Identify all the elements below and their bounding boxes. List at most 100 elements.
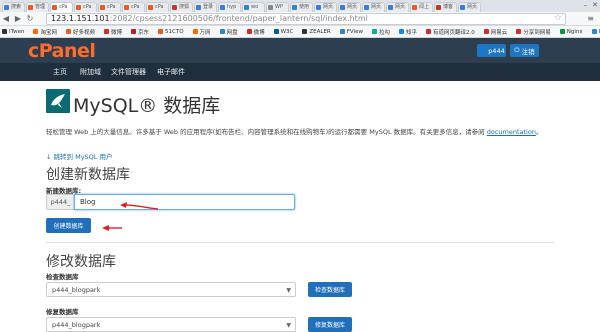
- annotation-arrow-icon: [102, 225, 122, 231]
- menu-icon[interactable]: ≡: [587, 14, 594, 23]
- bookmark-icon: [219, 29, 225, 34]
- minimize-icon[interactable]: –: [584, 1, 588, 9]
- bookmark-item[interactable]: 微博: [103, 28, 122, 36]
- logout-button[interactable]: ⏻ 注销: [510, 44, 539, 57]
- bookmark-icon: [339, 29, 345, 34]
- check-database-button[interactable]: 检查数据库: [308, 282, 352, 297]
- back-icon[interactable]: ◀: [0, 14, 12, 23]
- browser-tab-label: cPa: [107, 4, 116, 10]
- bookmark-item[interactable]: 网盘: [219, 28, 238, 36]
- bookmark-icon: [158, 29, 164, 34]
- browser-tab[interactable]: 网页: [314, 2, 337, 12]
- bookmark-item[interactable]: 拉勾: [371, 28, 390, 36]
- bookmark-item[interactable]: 好多视频: [65, 28, 95, 36]
- browser-tab-label: 网页: [467, 4, 478, 10]
- bookmark-item[interactable]: W3C: [273, 29, 293, 35]
- create-database-heading: 创建新数据库: [46, 167, 130, 183]
- bookmark-label: FView: [346, 28, 363, 35]
- browser-tab-label: 使用: [299, 4, 310, 10]
- browser-tab[interactable]: cPa: [98, 2, 121, 12]
- bookmark-item[interactable]: 分享到网易: [516, 28, 551, 36]
- address-bar[interactable]: 123.1.151.101:2082/cpsess2121600506/fron…: [46, 13, 566, 25]
- bookmark-icon: [302, 29, 308, 34]
- browser-tab[interactable]: 登录: [194, 2, 217, 12]
- favicon-icon: [52, 5, 57, 10]
- bookmark-icon: [131, 29, 136, 34]
- bookmark-item[interactable]: 微博: [246, 28, 265, 36]
- jump-to-users-link[interactable]: ↓ 跳转到 MySQL 用户: [46, 151, 112, 161]
- bookmark-label: 分享到网易: [523, 29, 551, 36]
- nav-home[interactable]: 主页: [53, 67, 67, 77]
- browser-tab-label: 网页: [347, 4, 358, 10]
- browser-tab-label: 博客: [443, 4, 454, 10]
- bookmark-label: 拉勾: [378, 29, 390, 36]
- documentation-link[interactable]: documentation: [487, 128, 536, 136]
- bookmark-item[interactable]: IPv6: [591, 29, 600, 35]
- create-database-button[interactable]: 创建数据库: [46, 218, 91, 233]
- bookmark-icon: [559, 29, 565, 34]
- reload-icon[interactable]: ↻: [24, 14, 36, 23]
- jump-link-label: 跳转到 MySQL 用户: [53, 153, 113, 161]
- bookmark-icon: [516, 29, 522, 34]
- browser-tab-label: 网页: [371, 4, 382, 10]
- browser-tab[interactable]: hyp: [218, 2, 241, 12]
- forward-icon[interactable]: ▶: [12, 14, 24, 23]
- close-icon[interactable]: ✕: [592, 1, 598, 9]
- bookmark-item[interactable]: ZEALER: [302, 29, 331, 35]
- bookmark-label: 网易云: [490, 29, 508, 36]
- check-database-label: 检查数据库: [46, 273, 79, 281]
- favicon-icon: [124, 5, 129, 10]
- favicon-icon: [76, 5, 81, 10]
- nav-email[interactable]: 电子邮件: [157, 67, 185, 77]
- bookmark-item[interactable]: 京东: [131, 28, 149, 36]
- browser-tab-label: 登录: [203, 4, 214, 10]
- browser-tab[interactable]: 闻上: [410, 2, 433, 12]
- star-icon[interactable]: ☆: [554, 13, 562, 23]
- bookmark-icon: [2, 29, 7, 34]
- browser-tab[interactable]: 搜狐: [170, 2, 193, 12]
- browser-tab[interactable]: 网页: [458, 2, 481, 12]
- bookmark-item[interactable]: 有道网页翻译2.0: [426, 28, 475, 36]
- browser-tab[interactable]: cPa: [122, 2, 145, 12]
- database-prefix: p444_: [46, 194, 74, 210]
- browser-tab[interactable]: 博客: [434, 2, 457, 12]
- nav-addon-domains[interactable]: 附加域: [80, 67, 101, 77]
- browser-tab[interactable]: 网页: [338, 2, 361, 12]
- favicon-icon: [148, 5, 153, 10]
- url-host: 123.1.151.101: [51, 14, 110, 23]
- bookmark-label: 京东: [138, 29, 150, 36]
- favicon-icon: [292, 5, 297, 10]
- bookmark-item[interactable]: 淘宝网: [33, 28, 57, 36]
- logout-label: 注销: [521, 47, 535, 56]
- user-menu-button[interactable]: 👤 p444: [477, 44, 506, 57]
- browser-tab[interactable]: 搜索: [2, 2, 25, 12]
- modify-database-heading: 修改数据库: [46, 254, 116, 270]
- browser-tab[interactable]: 网页: [386, 2, 409, 12]
- browser-tab[interactable]: cPa: [146, 2, 169, 12]
- browser-tab[interactable]: wo: [242, 2, 265, 12]
- browser-tab[interactable]: 使用: [290, 2, 313, 12]
- browser-tab[interactable]: WP: [266, 2, 289, 12]
- check-database-select[interactable]: p444_blogpark ▼: [46, 282, 296, 297]
- new-database-input[interactable]: [74, 194, 295, 210]
- browser-tab-label: 网页: [323, 4, 334, 10]
- bookmark-item[interactable]: 万网: [192, 28, 211, 36]
- browser-tab-label: cPa: [59, 4, 68, 10]
- bookmark-item[interactable]: Nginx: [559, 29, 583, 35]
- browser-tab[interactable]: cPa: [74, 2, 97, 12]
- bookmark-item[interactable]: 知乎: [398, 28, 417, 36]
- browser-tab[interactable]: 管理: [26, 2, 49, 12]
- page-title: MySQL® 数据库: [73, 95, 221, 117]
- browser-tab[interactable]: 网页: [362, 2, 385, 12]
- bookmark-item[interactable]: 网易云: [483, 28, 508, 36]
- browser-tab[interactable]: cPa: [50, 2, 73, 12]
- nav-file-manager[interactable]: 文件管理器: [111, 67, 146, 77]
- bookmark-item[interactable]: FView: [339, 28, 363, 35]
- bookmark-icon: [65, 29, 71, 34]
- bookmark-icon: [103, 29, 109, 34]
- cpanel-logo[interactable]: cPanel: [28, 40, 96, 62]
- browser-toolbar: ◀ ▶ ↻ 123.1.151.101:2082/cpsess212160050…: [0, 12, 600, 26]
- section-divider: [46, 242, 554, 243]
- bookmark-item[interactable]: ITwen: [2, 29, 24, 35]
- bookmark-item[interactable]: 51CTO: [158, 29, 184, 35]
